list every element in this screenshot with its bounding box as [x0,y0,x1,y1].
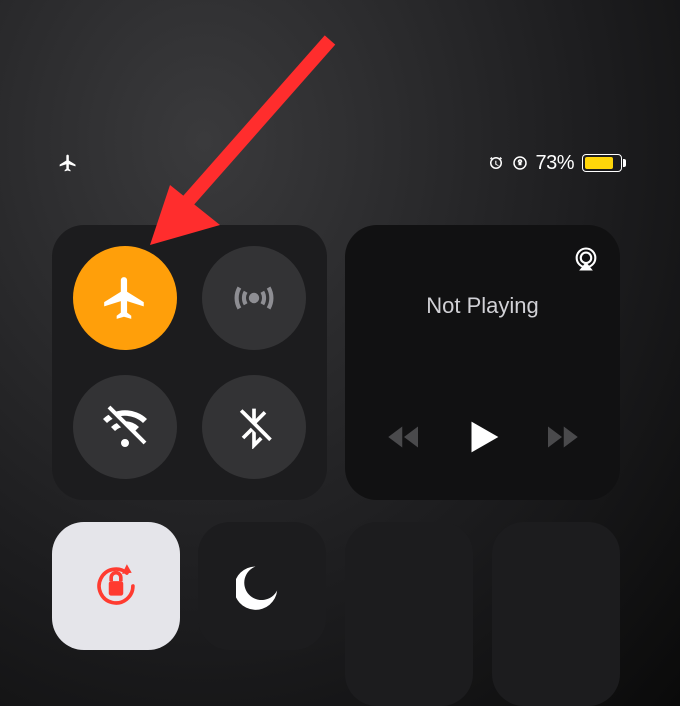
volume-slider[interactable] [492,522,620,706]
airplay-icon[interactable] [572,245,600,273]
moon-icon [236,560,288,612]
bluetooth-button[interactable] [202,375,306,479]
airplane-mode-button[interactable] [73,246,177,350]
orientation-lock-button[interactable] [52,522,180,650]
bluetooth-off-icon [232,405,276,449]
status-bar: 73% [0,148,680,178]
forward-button[interactable] [541,416,583,458]
brightness-slider[interactable] [345,522,473,706]
battery-percent-text: 73% [535,152,574,175]
alarm-status-icon [487,154,505,172]
cellular-icon [229,273,279,323]
media-title: Not Playing [365,293,600,319]
wifi-off-icon [101,403,149,451]
airplane-icon [100,273,150,323]
orientation-lock-status-icon [511,154,529,172]
orientation-lock-icon [87,557,145,615]
wifi-button[interactable] [73,375,177,479]
cellular-data-button[interactable] [202,246,306,350]
connectivity-group [52,225,327,500]
play-button[interactable] [460,414,506,460]
airplane-status-icon [58,153,78,173]
rewind-button[interactable] [383,416,425,458]
do-not-disturb-button[interactable] [198,522,326,650]
battery-icon [582,154,622,172]
media-group: Not Playing [345,225,620,500]
